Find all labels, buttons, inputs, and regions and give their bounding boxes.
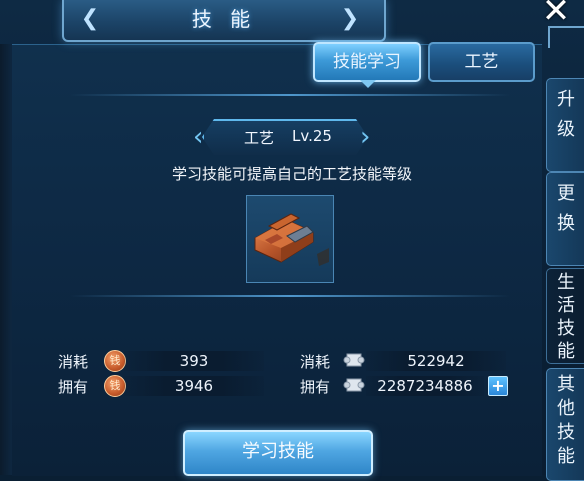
side-tab-char: 换: [557, 213, 575, 234]
add-scroll-button[interactable]: +: [488, 376, 508, 396]
side-tab-char: 技: [557, 318, 575, 339]
scroll-cost-value: 522942: [366, 351, 506, 371]
copper-coin-icon: 钱: [104, 375, 126, 397]
tab-skill-learning[interactable]: 技能学习: [313, 42, 421, 82]
learn-skill-button[interactable]: 学习技能: [183, 430, 373, 476]
chevron-right-icon: ›: [360, 122, 371, 152]
side-tab-char: 生: [557, 272, 575, 293]
owned-label: 拥有: [300, 378, 331, 396]
side-tab-other-skills[interactable]: 其 他 技 能: [546, 368, 584, 481]
tab-craft[interactable]: 工艺: [428, 42, 535, 82]
window-title: 技 能: [191, 7, 257, 31]
side-tab-life-skills[interactable]: 生 活 技 能: [546, 268, 584, 364]
coin-cost-value: 393: [124, 351, 264, 371]
coin-owned-value: 3946: [124, 376, 264, 396]
cost-label: 消耗: [300, 353, 331, 371]
skill-name-frame: [202, 119, 368, 155]
divider-top: [70, 94, 510, 96]
scroll-icon: [343, 353, 365, 367]
side-tab-char: 升: [557, 89, 575, 110]
skill-item-slot[interactable]: [246, 195, 334, 283]
skill-description: 学习技能可提高自己的工艺技能等级: [171, 165, 412, 183]
divider-middle: [70, 295, 510, 297]
side-tab-char: 能: [557, 446, 575, 467]
active-tab-pointer-icon: [360, 80, 376, 88]
skill-name: 工艺: [244, 129, 275, 147]
side-tab-char: 活: [557, 295, 575, 316]
plane-tool-icon: [254, 213, 329, 266]
copper-coin-icon: 钱: [104, 350, 126, 372]
owned-label: 拥有: [58, 378, 89, 396]
side-tab-upgrade[interactable]: 升 级: [546, 78, 584, 172]
skill-level: Lv.25: [292, 127, 332, 145]
side-tab-char: 技: [557, 422, 575, 443]
side-tab-change[interactable]: 更 换: [546, 172, 584, 266]
side-tab-char: 能: [557, 341, 575, 362]
side-tab-char: 他: [557, 398, 575, 419]
chevron-left-icon: ‹: [193, 122, 204, 152]
scroll-icon: [343, 378, 365, 392]
side-tab-char: 其: [557, 374, 575, 395]
cost-label: 消耗: [58, 353, 89, 371]
close-button[interactable]: ✕: [536, 0, 576, 28]
scroll-owned-value: 2287234886: [366, 376, 484, 396]
side-tab-char: 级: [557, 119, 575, 140]
side-tab-char: 更: [557, 183, 575, 204]
